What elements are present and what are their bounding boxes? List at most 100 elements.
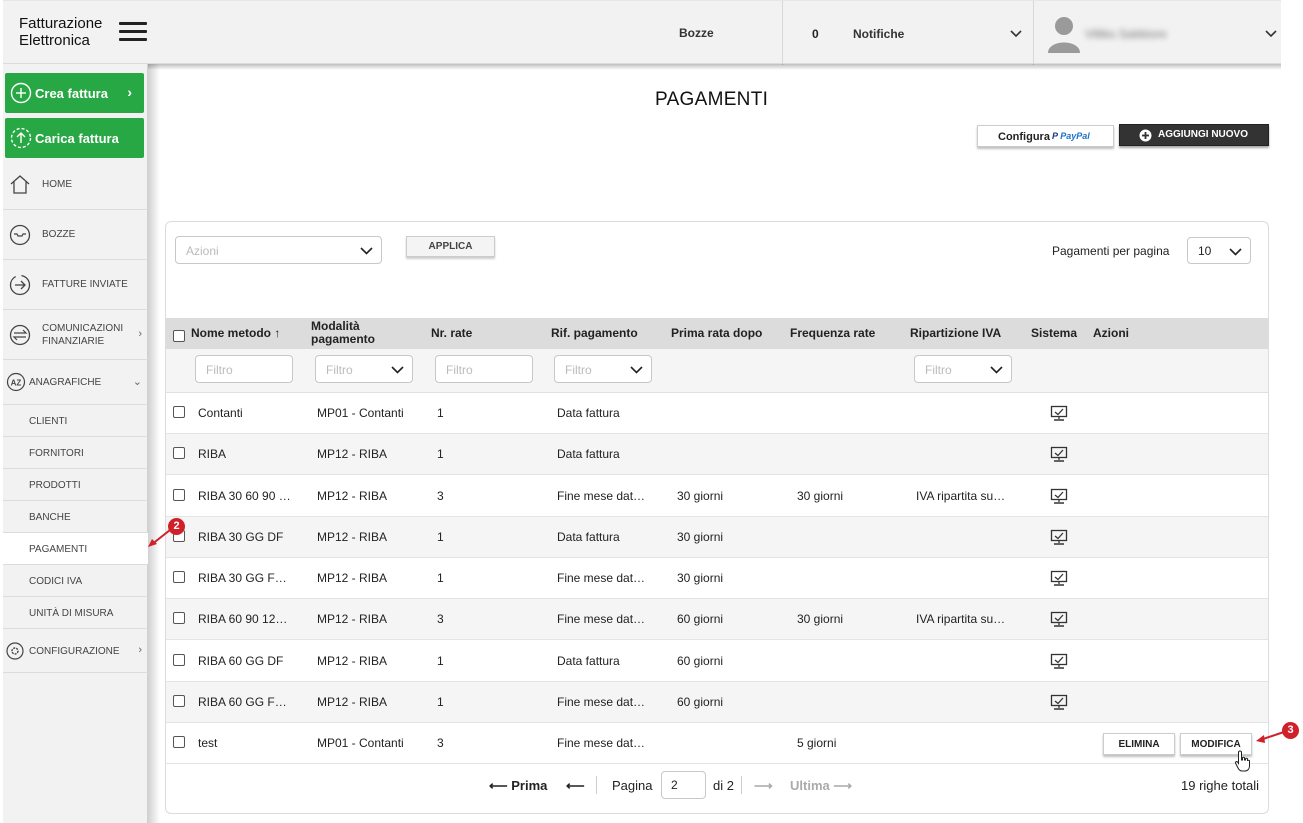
- table-row[interactable]: RIBA 30 GG DF MP12 - RIBA 1 Data fattura 30 …: [166, 517, 1268, 558]
- col-modalita[interactable]: Modalità pagamento: [311, 320, 375, 346]
- sidebar-item-anagrafiche[interactable]: AZ ANAGRAFICHE ⌄: [3, 360, 148, 405]
- col-sistema[interactable]: Sistema: [1031, 327, 1077, 340]
- sidebar-subitem-unita-misura[interactable]: UNITÀ DI MISURA: [3, 597, 148, 629]
- header-bozze-link[interactable]: Bozze: [679, 26, 714, 40]
- cell-prima-rata: 30 giorni: [677, 489, 724, 503]
- table-row[interactable]: RIBA 60 GG F… MP12 - RIBA 1 Fine mese dat… 6…: [166, 682, 1268, 723]
- cell-prima-rata: 30 giorni: [677, 530, 724, 544]
- pager-next-arrow-icon[interactable]: ⟶: [754, 778, 773, 794]
- crea-fattura-button[interactable]: Crea fattura ›: [5, 73, 144, 113]
- table-row[interactable]: RIBA MP12 - RIBA 1 Data fattura: [166, 434, 1268, 475]
- cell-modalita: MP12 - RIBA: [317, 695, 388, 709]
- notification-count: 0: [812, 27, 819, 41]
- filter-nr-rate-input[interactable]: Filtro: [435, 355, 533, 383]
- table-header: Nome metodo ↑ Modalità pagamento Nr. rate…: [166, 318, 1268, 349]
- sidebar-item-label: COMUNICAZIONI FINANZIARIE: [42, 323, 124, 347]
- sidebar-subitem-clienti[interactable]: CLIENTI: [3, 405, 148, 437]
- sidebar-subitem-fornitori[interactable]: FORNITORI: [3, 437, 148, 469]
- cell-rif-pagamento: Fine mese dat…: [557, 571, 646, 585]
- sidebar-item-configurazione[interactable]: CONFIGURAZIONE ›: [3, 629, 148, 673]
- cell-modalita: MP12 - RIBA: [317, 530, 388, 544]
- filter-placeholder: Filtro: [925, 363, 952, 377]
- col-prima-rata[interactable]: Prima rata dopo: [671, 327, 762, 340]
- row-checkbox[interactable]: [173, 406, 185, 418]
- pager-ultima-label: Ultima: [790, 778, 830, 793]
- row-checkbox[interactable]: [173, 695, 185, 707]
- cell-frequenza: 5 giorni: [797, 736, 837, 750]
- chevron-down-icon[interactable]: [1009, 29, 1023, 39]
- chevron-down-icon[interactable]: [1264, 29, 1278, 39]
- azioni-select[interactable]: Azioni: [175, 236, 382, 264]
- configura-paypal-button[interactable]: Configura P PayPal: [977, 125, 1114, 147]
- per-page-select[interactable]: 10: [1187, 237, 1251, 264]
- col-azioni: Azioni: [1093, 326, 1129, 340]
- sidebar-item-home[interactable]: HOME: [3, 160, 148, 210]
- select-all-checkbox[interactable]: [173, 330, 185, 342]
- col-nome-label: Nome metodo: [191, 326, 272, 340]
- col-frequenza[interactable]: Frequenza rate: [790, 327, 875, 340]
- app-logo[interactable]: Fatturazione Elettronica: [19, 15, 102, 49]
- cell-nome: RIBA 30 GG DF: [198, 530, 284, 544]
- notifications-dropdown[interactable]: Notifiche: [853, 27, 904, 41]
- chevron-right-icon: ›: [127, 84, 132, 100]
- azioni-placeholder: Azioni: [186, 244, 219, 258]
- row-checkbox[interactable]: [173, 612, 185, 624]
- cell-modalita: MP01 - Contanti: [317, 736, 404, 750]
- hamburger-menu-icon[interactable]: [119, 22, 147, 42]
- row-checkbox[interactable]: [173, 654, 185, 666]
- sidebar-item-bozze[interactable]: BOZZE: [3, 210, 148, 260]
- row-checkbox[interactable]: [173, 736, 185, 748]
- annotation-badge-2: 2: [168, 518, 185, 535]
- row-checkbox[interactable]: [173, 447, 185, 459]
- cell-rif-pagamento: Data fattura: [557, 406, 620, 420]
- elimina-button[interactable]: ELIMINA: [1103, 733, 1175, 755]
- pager-page-input[interactable]: 2: [661, 771, 706, 799]
- pager-divider: [741, 776, 742, 794]
- sidebar-item-fatture-inviate[interactable]: FATTURE INVIATE: [3, 260, 148, 310]
- filter-rif-select[interactable]: Filtro: [554, 355, 652, 383]
- table-row[interactable]: RIBA 30 GG F… MP12 - RIBA 1 Fine mese dat… 3…: [166, 558, 1268, 599]
- annotation-badge-3: 3: [1282, 722, 1299, 739]
- row-checkbox[interactable]: [173, 489, 185, 501]
- pager-divider: [596, 776, 597, 794]
- pager-ultima[interactable]: Ultima ⟶: [790, 778, 852, 794]
- avatar-icon[interactable]: [1046, 13, 1082, 53]
- col-nome-metodo[interactable]: Nome metodo ↑: [191, 327, 280, 340]
- col-rif-pagamento[interactable]: Rif. pagamento: [551, 327, 638, 340]
- pager-prev-arrow-icon[interactable]: ⟵: [566, 778, 585, 794]
- col-ripartizione-iva[interactable]: Ripartizione IVA: [910, 327, 1001, 340]
- sidebar-subitem-codici-iva[interactable]: CODICI IVA: [3, 565, 148, 597]
- table-row[interactable]: RIBA 60 90 12… MP12 - RIBA 3 Fine mese dat……: [166, 599, 1268, 640]
- pager-prima[interactable]: ⟵ Prima: [489, 778, 547, 794]
- header-shadow: [148, 64, 1281, 70]
- sidebar-item-comunicazioni[interactable]: COMUNICAZIONI FINANZIARIE ›: [3, 310, 148, 360]
- table-row[interactable]: RIBA 30 60 90 … MP12 - RIBA 3 Fine mese dat…: [166, 476, 1268, 517]
- filter-placeholder: Filtro: [565, 363, 592, 377]
- cell-nr-rate: 1: [437, 406, 444, 420]
- sidebar-subitem-pagamenti[interactable]: PAGAMENTI: [3, 533, 148, 565]
- cell-nr-rate: 1: [437, 695, 444, 709]
- cell-nome: RIBA 60 90 12…: [198, 612, 288, 626]
- pager-page-value: 2: [671, 778, 678, 792]
- row-checkbox[interactable]: [173, 571, 185, 583]
- subitem-label: BANCHE: [29, 512, 71, 523]
- applica-button[interactable]: APPLICA: [406, 236, 495, 257]
- system-monitor-icon: [1050, 570, 1068, 586]
- table-row[interactable]: Contanti MP01 - Contanti 1 Data fattura: [166, 393, 1268, 434]
- carica-fattura-button[interactable]: Carica fattura: [5, 118, 144, 158]
- sidebar-subitem-banche[interactable]: BANCHE: [3, 501, 148, 533]
- cell-prima-rata: 60 giorni: [677, 612, 724, 626]
- cell-modalita: MP12 - RIBA: [317, 654, 388, 668]
- table-row[interactable]: RIBA 60 GG DF MP12 - RIBA 1 Data fattura 60 …: [166, 641, 1268, 682]
- user-name[interactable]: Villiks Sabbiore: [1085, 27, 1167, 41]
- col-nr-rate[interactable]: Nr. rate: [431, 327, 472, 340]
- upload-circle-icon: [10, 127, 32, 149]
- filter-nome-input[interactable]: Filtro: [195, 355, 293, 383]
- aggiungi-nuovo-button[interactable]: AGGIUNGI NUOVO: [1119, 124, 1269, 146]
- cell-nr-rate: 3: [437, 489, 444, 503]
- filter-iva-select[interactable]: Filtro: [914, 355, 1012, 383]
- header-divider: [782, 1, 783, 65]
- sidebar-subitem-prodotti[interactable]: PRODOTTI: [3, 469, 148, 501]
- filter-modalita-select[interactable]: Filtro: [315, 355, 413, 383]
- cell-modalita: MP01 - Contanti: [317, 406, 404, 420]
